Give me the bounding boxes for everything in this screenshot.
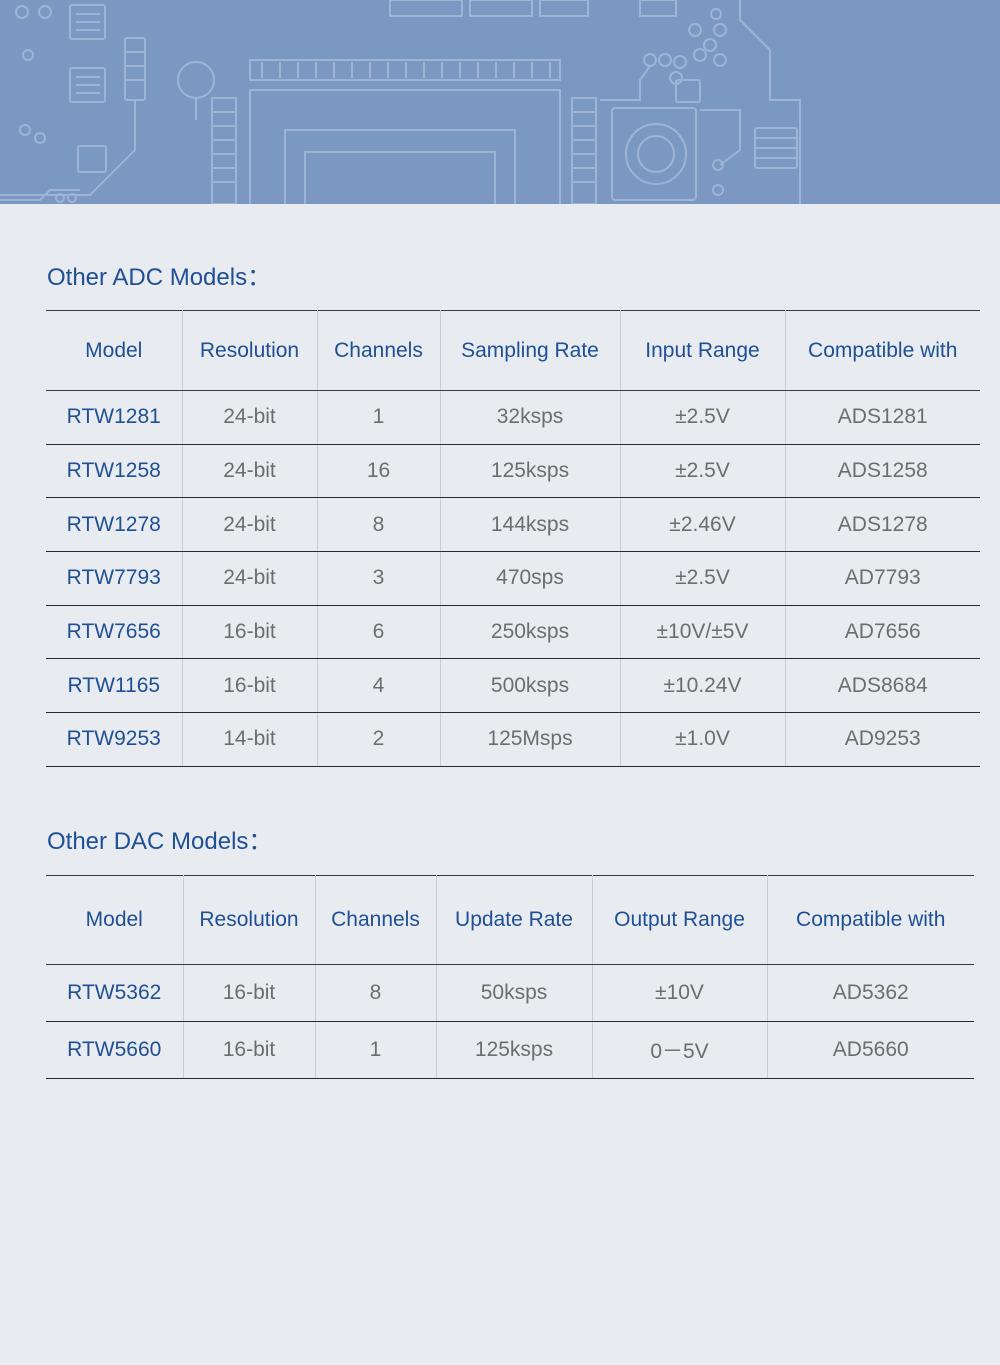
resolution-cell: 16-bit — [181, 605, 317, 660]
channels-cell: 1 — [316, 390, 440, 445]
compatible-with-cell: ADS1278 — [784, 497, 980, 553]
channels-cell: 2 — [316, 712, 440, 767]
column-header-update-rate: Update Rate — [435, 875, 592, 965]
table-row: RTW7656 16-bit 6 250ksps ±10V/±5V AD7656 — [46, 605, 980, 660]
model-cell: RTW9253 — [46, 712, 182, 767]
channels-cell: 3 — [316, 551, 440, 606]
channels-cell: 8 — [316, 497, 440, 553]
input-range-cell: ±2.5V — [619, 551, 785, 606]
sampling-rate-cell: 500ksps — [439, 658, 620, 714]
table-row: RTW1281 24-bit 1 32ksps ±2.5V ADS1281 — [46, 390, 980, 445]
channels-cell: 4 — [316, 658, 440, 714]
resolution-cell: 24-bit — [181, 497, 317, 553]
sampling-rate-cell: 470sps — [439, 551, 620, 606]
input-range-cell: ±2.5V — [619, 390, 785, 445]
output-range-cell: 0－5V — [591, 1021, 767, 1079]
input-range-cell: ±10V/±5V — [619, 605, 785, 660]
adc-section-title: Other ADC Models： — [47, 264, 272, 291]
column-header-channels: Channels — [316, 310, 440, 391]
compatible-with-cell: AD7793 — [784, 551, 980, 606]
adc-models-table: Model Resolution Channels Sampling Rate … — [46, 310, 980, 767]
channels-cell: 16 — [316, 444, 440, 499]
model-cell: RTW1258 — [46, 444, 182, 499]
model-cell: RTW7793 — [46, 551, 182, 606]
channels-cell: 1 — [314, 1021, 436, 1079]
column-header-input-range: Input Range — [619, 310, 785, 391]
update-rate-cell: 125ksps — [435, 1021, 592, 1079]
channels-cell: 6 — [316, 605, 440, 660]
channels-cell: 8 — [314, 964, 436, 1022]
model-cell: RTW1165 — [46, 658, 182, 714]
model-cell: RTW1278 — [46, 497, 182, 553]
sampling-rate-cell: 125ksps — [439, 444, 620, 499]
table-row: RTW5362 16-bit 8 50ksps ±10V AD5362 — [46, 964, 974, 1022]
input-range-cell: ±10.24V — [619, 658, 785, 714]
column-header-compatible-with: Compatible with — [766, 875, 974, 965]
column-header-compatible-with: Compatible with — [784, 310, 980, 391]
sampling-rate-cell: 125Msps — [439, 712, 620, 767]
resolution-cell: 16-bit — [182, 964, 315, 1022]
column-header-resolution: Resolution — [182, 875, 315, 965]
resolution-cell: 14-bit — [181, 712, 317, 767]
dac-models-table: Model Resolution Channels Update Rate Ou… — [46, 875, 974, 1079]
compatible-with-cell: AD9253 — [784, 712, 980, 767]
sampling-rate-cell: 32ksps — [439, 390, 620, 445]
table-row: RTW9253 14-bit 2 125Msps ±1.0V AD9253 — [46, 712, 980, 767]
compatible-with-cell: ADS1281 — [784, 390, 980, 445]
compatible-with-cell: ADS8684 — [784, 658, 980, 714]
compatible-with-cell: ADS1258 — [784, 444, 980, 499]
compatible-with-cell: AD5362 — [766, 964, 974, 1022]
circuit-pattern-graphic — [0, 0, 801, 204]
sampling-rate-cell: 250ksps — [439, 605, 620, 660]
input-range-cell: ±2.46V — [619, 497, 785, 553]
input-range-cell: ±2.5V — [619, 444, 785, 499]
resolution-cell: 24-bit — [181, 444, 317, 499]
table-header-row: Model Resolution Channels Sampling Rate … — [46, 310, 980, 391]
resolution-cell: 16-bit — [182, 1021, 315, 1079]
circuit-board-banner — [0, 0, 1000, 204]
column-header-resolution: Resolution — [181, 310, 317, 391]
table-row: RTW1165 16-bit 4 500ksps ±10.24V ADS8684 — [46, 658, 980, 714]
model-cell: RTW7656 — [46, 605, 182, 660]
table-row: RTW7793 24-bit 3 470sps ±2.5V AD7793 — [46, 551, 980, 606]
column-header-output-range: Output Range — [591, 875, 767, 965]
output-range-cell: ±10V — [591, 964, 767, 1022]
sampling-rate-cell: 144ksps — [439, 497, 620, 553]
resolution-cell: 16-bit — [181, 658, 317, 714]
resolution-cell: 24-bit — [181, 390, 317, 445]
model-cell: RTW1281 — [46, 390, 182, 445]
column-header-model: Model — [46, 310, 182, 391]
compatible-with-cell: AD5660 — [766, 1021, 974, 1079]
update-rate-cell: 50ksps — [435, 964, 592, 1022]
table-row: RTW1258 24-bit 16 125ksps ±2.5V ADS1258 — [46, 444, 980, 499]
column-header-channels: Channels — [314, 875, 436, 965]
input-range-cell: ±1.0V — [619, 712, 785, 767]
table-row: RTW1278 24-bit 8 144ksps ±2.46V ADS1278 — [46, 497, 980, 553]
model-cell: RTW5362 — [46, 964, 183, 1022]
table-row: RTW5660 16-bit 1 125ksps 0－5V AD5660 — [46, 1021, 974, 1079]
compatible-with-cell: AD7656 — [784, 605, 980, 660]
table-header-row: Model Resolution Channels Update Rate Ou… — [46, 875, 974, 965]
resolution-cell: 24-bit — [181, 551, 317, 606]
model-cell: RTW5660 — [46, 1021, 183, 1079]
column-header-model: Model — [46, 875, 183, 965]
column-header-sampling-rate: Sampling Rate — [439, 310, 620, 391]
dac-section-title: Other DAC Models： — [47, 828, 273, 855]
